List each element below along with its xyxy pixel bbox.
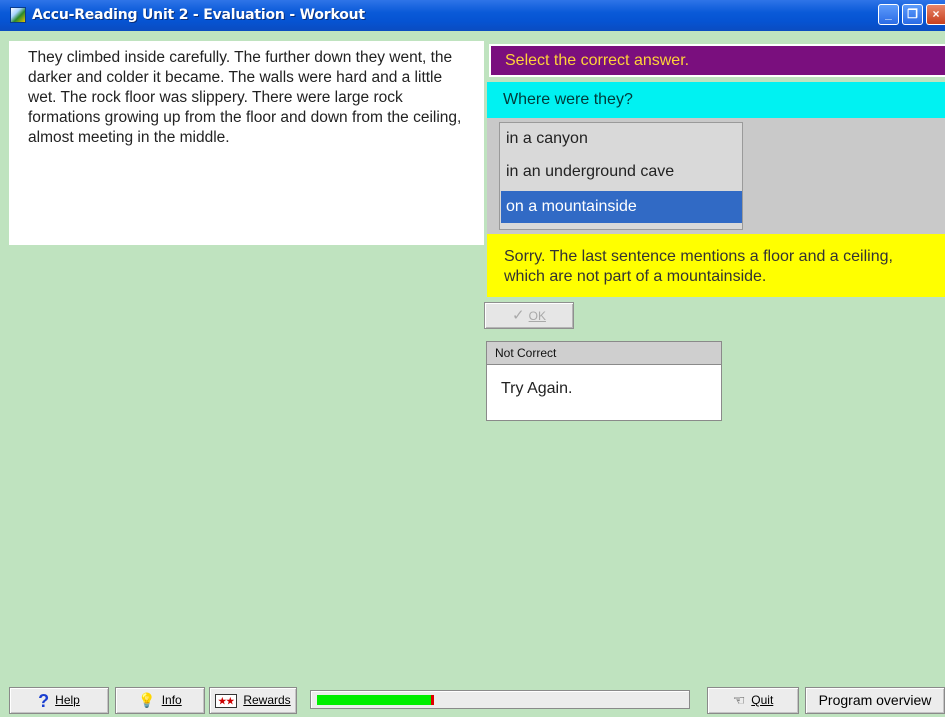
rewards-label: Rewards — [243, 693, 291, 707]
progress-bar — [310, 690, 690, 709]
answer-choice-canyon[interactable]: in a canyon — [501, 123, 742, 155]
restore-button[interactable]: ❐ — [902, 4, 923, 25]
minimize-button[interactable]: _ — [878, 4, 899, 25]
close-button[interactable]: × — [926, 4, 945, 25]
info-label: Info — [161, 693, 182, 707]
result-box: Not Correct Try Again. — [486, 341, 722, 421]
answer-list[interactable]: in a canyon in an underground cave on a … — [499, 122, 743, 230]
result-message: Try Again. — [501, 380, 573, 397]
answer-choice-mountainside[interactable]: on a mountainside — [501, 191, 742, 223]
instruction-banner: Select the correct answer. — [489, 44, 945, 77]
progress-fill — [317, 695, 431, 705]
window-title: Accu-Reading Unit 2 - Evaluation - Worko… — [32, 7, 365, 23]
program-overview-button[interactable]: Program overview — [805, 687, 945, 714]
answer-choice-underground-cave[interactable]: in an underground cave — [501, 156, 742, 188]
info-button[interactable]: 💡 Info — [115, 687, 205, 714]
result-title: Not Correct — [487, 342, 721, 365]
question-mark-icon: ? — [38, 690, 50, 711]
film-reward-icon: ★★ — [215, 693, 238, 708]
exit-hand-icon: ☜ — [732, 692, 746, 709]
checkmark-icon: ✓ — [512, 307, 525, 324]
passage-text: They climbed inside carefully. The furth… — [28, 49, 462, 146]
quit-button[interactable]: ☜ Quit — [707, 687, 799, 714]
help-button[interactable]: ? Help — [9, 687, 109, 714]
title-bar: Accu-Reading Unit 2 - Evaluation - Worko… — [0, 0, 945, 31]
question-text: Where were they? — [487, 82, 945, 118]
lightbulb-icon: 💡 — [138, 692, 156, 709]
quit-label: Quit — [751, 693, 774, 707]
app-icon — [10, 7, 26, 23]
ok-button[interactable]: ✓ OK — [484, 302, 574, 329]
progress-marker — [431, 695, 434, 705]
feedback-message: Sorry. The last sentence mentions a floo… — [487, 234, 945, 297]
ok-label: OK — [528, 309, 546, 323]
help-label: Help — [55, 693, 80, 707]
rewards-button[interactable]: ★★ Rewards — [209, 687, 297, 714]
reading-passage: They climbed inside carefully. The furth… — [9, 41, 484, 245]
program-overview-label: Program overview — [818, 692, 932, 708]
